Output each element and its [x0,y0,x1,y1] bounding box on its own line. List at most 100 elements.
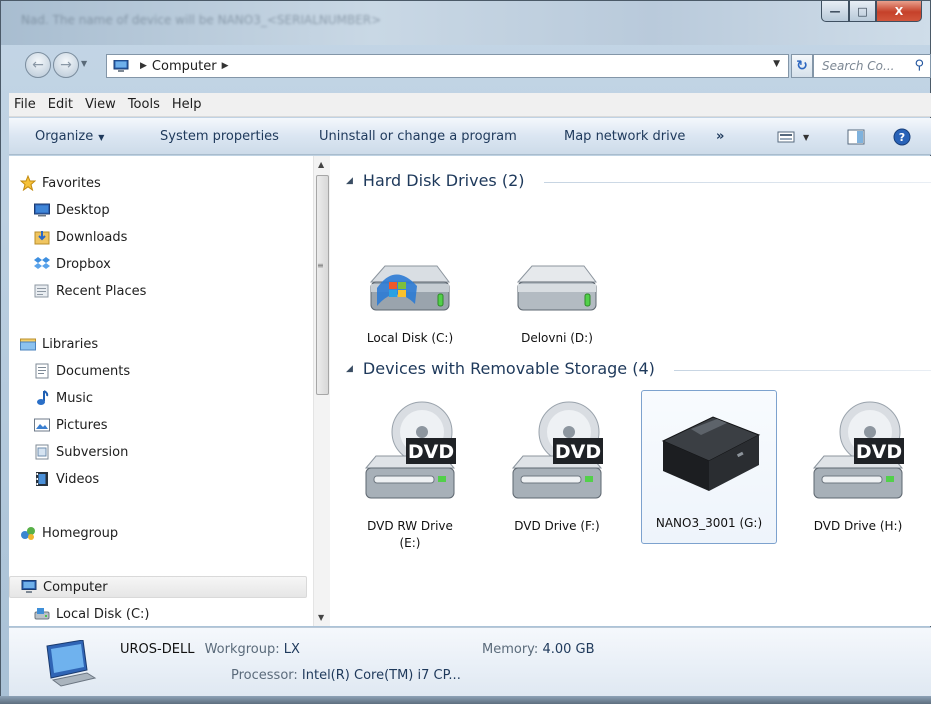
drive-dvd-rw-e[interactable]: DVD DVD RW Drive (E:) [343,392,477,562]
nav-favorites-label: Favorites [42,175,101,191]
address-bar[interactable]: ▶ Computer ▶ ▼ [106,54,789,78]
drive-nano3-g-label: NANO3_3001 (G:) [655,516,763,530]
refresh-icon: ↻ [796,58,808,74]
drive-dvd-f[interactable]: DVD DVD Drive (F:) [490,392,624,562]
drive-dvd-rw-e-letter: (E:) [399,536,421,550]
drive-nano3-g[interactable]: NANO3_3001 (G:) [641,390,777,544]
menu-tools[interactable]: Tools [125,97,169,112]
drive-dvd-rw-e-name: DVD RW Drive [367,519,453,533]
recent-places-icon [33,283,50,299]
star-icon [19,175,36,191]
nav-videos[interactable]: Videos [33,468,99,490]
nav-recent-places[interactable]: Recent Places [33,280,146,302]
window-title: Nad. The name of device will be NANO3_<S… [21,13,382,27]
preview-pane-icon [847,129,865,145]
minimize-icon: — [829,4,841,18]
breadcrumb-chevron-icon[interactable]: ▶ [222,61,229,71]
group-hard-disk-drives-label: Hard Disk Drives (2) [362,171,525,190]
group-divider [674,370,931,371]
drive-dvd-h-label: DVD Drive (H:) [813,519,903,533]
dvd-drive-icon: DVD [364,401,456,499]
nav-pictures[interactable]: Pictures [33,414,107,436]
organize-button[interactable]: Organize ▼ [35,129,104,144]
nav-homegroup[interactable]: Homegroup [19,522,118,544]
nav-computer[interactable]: Computer [9,576,307,598]
pictures-icon [33,417,50,433]
change-view-button[interactable]: ▼ [777,127,809,147]
nav-downloads[interactable]: Downloads [33,226,127,248]
menu-help[interactable]: Help [169,97,211,112]
scroll-up-icon[interactable]: ▲ [318,160,324,169]
nav-dropbox-label: Dropbox [56,256,111,272]
forward-button[interactable]: → [53,52,79,78]
uninstall-program-button[interactable]: Uninstall or change a program [319,129,517,144]
recent-pages-dropdown[interactable]: ▼ [81,59,87,68]
nav-videos-label: Videos [56,471,100,487]
group-hard-disk-drives[interactable]: ◢ Hard Disk Drives (2) [346,171,931,190]
computer-icon [113,59,129,72]
drive-delovni-d-label: Delovni (D:) [521,331,593,345]
search-icon[interactable]: ⚲ [914,58,924,73]
subversion-icon [33,444,50,460]
workgroup-value: LX [283,642,300,657]
caption-buttons: — □ X [821,1,922,22]
drive-dvd-rw-e-label: DVD RW Drive (E:) [343,518,477,552]
computer-large-icon [46,640,97,687]
group-removable-storage[interactable]: ◢ Devices with Removable Storage (4) [346,359,931,378]
nav-dropbox[interactable]: Dropbox [33,253,111,275]
drive-dvd-h[interactable]: DVD DVD Drive (H:) [791,392,925,562]
memory-row: Memory: 4.00 GB [482,642,595,657]
nav-subversion[interactable]: Subversion [33,441,128,463]
system-properties-button[interactable]: System properties [160,129,279,144]
minimize-button[interactable]: — [821,1,849,22]
nav-libraries-label: Libraries [42,336,99,352]
main-area: Favorites Desktop Downloads Dropbox Rece… [9,156,931,626]
computer-icon [20,579,37,595]
menu-file[interactable]: File [11,97,45,112]
breadcrumb-root-chevron-icon[interactable]: ▶ [140,61,147,71]
nav-homegroup-label: Homegroup [42,525,119,541]
back-button[interactable]: ← [25,52,51,78]
explorer-window: Nad. The name of device will be NANO3_<S… [0,0,931,704]
search-input[interactable]: Search Co... ⚲ [813,54,931,78]
menu-view[interactable]: View [82,97,125,112]
menu-edit[interactable]: Edit [45,97,82,112]
nav-favorites[interactable]: Favorites [19,172,101,194]
navigation-scrollbar[interactable]: ▲ ≡ ▼ [313,156,330,626]
nav-downloads-label: Downloads [56,229,128,245]
maximize-button[interactable]: □ [849,1,876,22]
local-disk-icon [33,606,50,622]
map-network-drive-button[interactable]: Map network drive [564,129,685,144]
help-button[interactable]: ? [893,127,911,147]
group-removable-storage-label: Devices with Removable Storage (4) [362,359,655,378]
details-pane: UROS-DELL Workgroup: LX Memory: 4.00 GB … [9,627,931,697]
forward-arrow-icon: → [60,57,72,73]
preview-pane-button[interactable] [847,127,865,147]
videos-icon [33,471,50,487]
libraries-icon [19,336,36,352]
scrollbar-thumb[interactable] [316,175,329,395]
collapse-triangle-icon[interactable]: ◢ [346,176,353,186]
drive-local-disk-c[interactable]: Local Disk (C:) [343,252,477,352]
more-commands-button[interactable]: » [716,129,724,144]
downloads-icon [33,229,50,245]
dvd-drive-icon: DVD [812,401,904,499]
nav-libraries[interactable]: Libraries [19,333,98,355]
nav-desktop[interactable]: Desktop [33,199,110,221]
content-pane: ◢ Hard Disk Drives (2) Local Disk (C:) D… [332,156,931,626]
nav-documents[interactable]: Documents [33,360,130,382]
scroll-down-icon[interactable]: ▼ [318,613,324,622]
drive-delovni-d[interactable]: Delovni (D:) [490,252,624,352]
collapse-triangle-icon[interactable]: ◢ [346,364,353,374]
breadcrumb-computer[interactable]: Computer [152,59,217,74]
nav-music[interactable]: Music [33,387,93,409]
refresh-button[interactable]: ↻ [791,54,813,78]
processor-label: Processor: [231,668,298,683]
view-dropdown-icon[interactable]: ▼ [803,133,809,142]
memory-value: 4.00 GB [542,642,595,657]
nav-local-disk-label: Local Disk (C:) [56,606,150,622]
close-button[interactable]: X [876,1,922,22]
address-dropdown-icon[interactable]: ▼ [773,59,780,69]
nav-local-disk[interactable]: Local Disk (C:) [33,603,149,625]
computer-name-row: UROS-DELL Workgroup: LX [120,642,300,657]
